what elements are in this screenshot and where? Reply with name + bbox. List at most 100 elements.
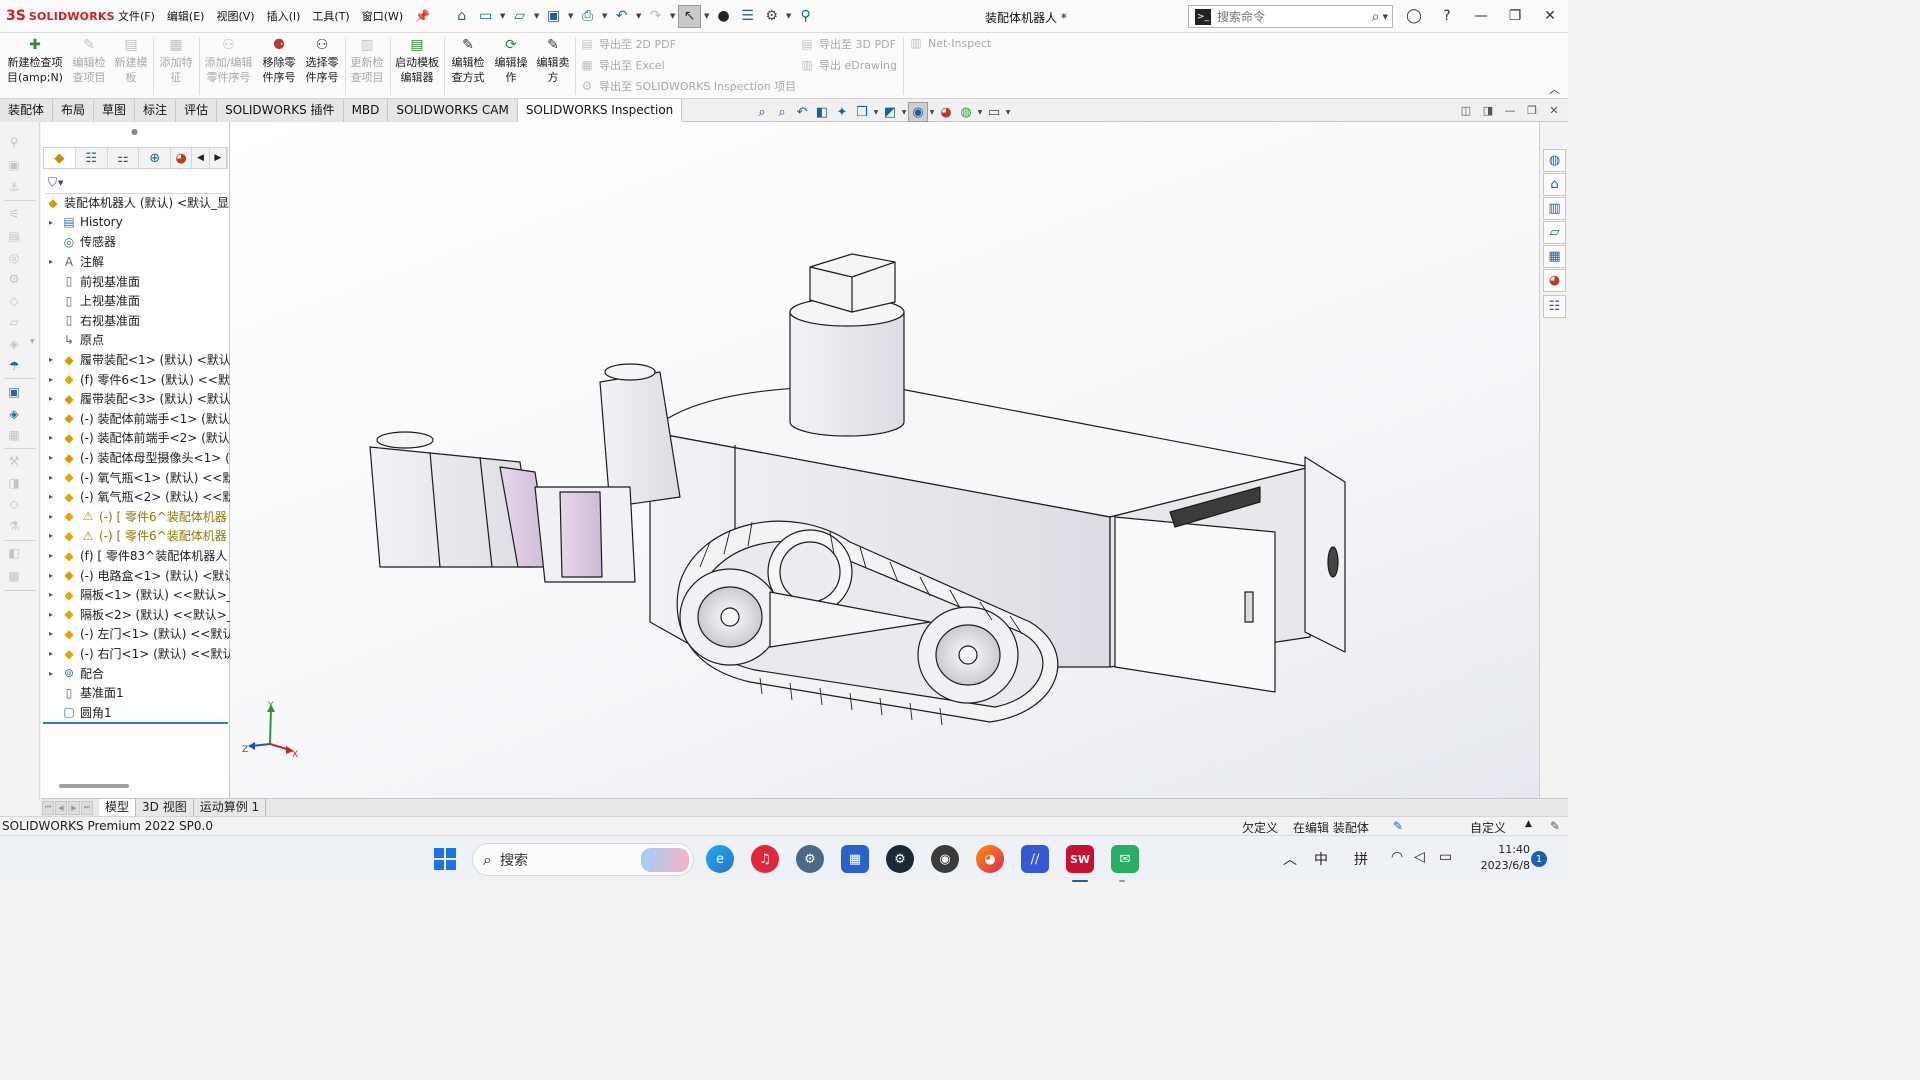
tab-evaluate[interactable]: 评估 (176, 99, 218, 122)
tabs-scroll-right-icon[interactable]: ▶ (210, 148, 228, 168)
edit-vendor-button[interactable]: ✎ 编辑卖 方 (533, 36, 573, 85)
search-commands-box[interactable]: >_ ⌕ ▼ (1188, 5, 1393, 28)
settings-app-icon[interactable]: ⚙ (796, 845, 824, 873)
tree-item[interactable]: ▸ ▤ History (41, 213, 230, 233)
hole-alignment-icon[interactable]: ⚗ (6, 518, 22, 534)
view-palette-icon[interactable]: ▦ (1543, 245, 1566, 268)
expand-arrow-icon[interactable]: ▸ (41, 551, 61, 560)
robot-assembly-model[interactable] (230, 122, 1539, 798)
zoom-to-fit-icon[interactable]: ⌕ (752, 102, 772, 122)
exploded-view-icon[interactable]: ☂ (6, 358, 22, 374)
panel-grip-icon[interactable]: ● (131, 127, 138, 136)
filter-icon[interactable]: ⛉ (48, 175, 57, 190)
tree-item[interactable]: ▸ ◆ (-) 装配体前端手<2> (默认 (41, 428, 230, 448)
volume-icon[interactable]: ◁ (1414, 849, 1425, 865)
menu-view[interactable]: 视图(V) (210, 0, 260, 33)
export-excel-button[interactable]: ▦ 导出至 Excel (580, 57, 664, 73)
design-library-home-icon[interactable]: ⌂ (1543, 173, 1566, 196)
measure-icon[interactable]: ◧ (6, 545, 22, 561)
close-icon[interactable]: ✕ (1540, 6, 1560, 26)
tree-item[interactable]: ▸ ◆ (-) 氧气瓶<1> (默认) <<默 (41, 467, 230, 487)
tree-root[interactable]: ◆ 装配体机器人 (默认) <默认_显 (41, 193, 230, 213)
smart-fastener-icon[interactable]: ⚲ (6, 134, 22, 150)
edge-browser-icon[interactable]: e (706, 845, 734, 873)
tree-item[interactable]: ▯ 基准面1 (41, 683, 230, 703)
viewport-split-icon[interactable]: ◫ (1455, 104, 1477, 117)
tab-assembly[interactable]: 装配体 (0, 99, 54, 122)
ime-language[interactable]: 中 (1314, 849, 1328, 869)
menu-insert[interactable]: 插入(I) (261, 0, 307, 33)
tab-solidworks-cam[interactable]: SOLIDWORKS CAM (388, 99, 518, 122)
expand-arrow-icon[interactable]: ▸ (41, 414, 61, 423)
wifi-icon[interactable]: ◠ (1391, 849, 1403, 865)
viewport-close-icon[interactable]: ✕ (1543, 104, 1565, 117)
redo-icon[interactable]: ↷ (644, 5, 667, 28)
tab-solidworks-addins[interactable]: SOLIDWORKS 插件 (217, 99, 344, 122)
new-document-icon[interactable]: ▭ (474, 5, 497, 28)
new-dropdown-icon[interactable]: ▼ (498, 5, 507, 28)
tree-item[interactable]: ▸ ◆ (-) 装配体前端手<1> (默认 (41, 409, 230, 429)
tree-item[interactable]: ▸ ◆ 履带装配<1> (默认) <默认 (41, 350, 230, 370)
tab-mbd[interactable]: MBD (343, 99, 389, 122)
expand-arrow-icon[interactable]: ▸ (41, 492, 61, 501)
expand-arrow-icon[interactable]: ▸ (41, 571, 61, 580)
edit-method-button[interactable]: ✎ 编辑检 查方式 (447, 36, 489, 85)
wechat-icon[interactable]: ✉ (1111, 845, 1139, 873)
solidworks-resources-icon[interactable]: ◍ (1543, 149, 1566, 172)
last-tab-icon[interactable]: ⏭ (81, 800, 93, 815)
file-properties-icon[interactable]: ☰ (736, 5, 759, 28)
take-snapshot-icon[interactable]: ▦ (6, 427, 22, 443)
prev-tab-icon[interactable]: ◀ (55, 800, 67, 815)
add-in-icon[interactable]: ⚲ (794, 5, 817, 28)
previous-view-icon[interactable]: ↶ (792, 102, 812, 122)
tab-model[interactable]: 模型 (99, 798, 137, 817)
export-2d-pdf-button[interactable]: ▤ 导出至 2D PDF (580, 36, 676, 52)
expand-arrow-icon[interactable]: ▸ (41, 218, 61, 227)
tab-sketch[interactable]: 草图 (94, 99, 136, 122)
dimxpert-tab-icon[interactable]: ⊕ (139, 148, 172, 168)
print-icon[interactable]: ⎙ (576, 5, 599, 28)
expand-arrow-icon[interactable]: ▸ (41, 453, 61, 462)
assembly-features-icon[interactable]: ⚙ (6, 271, 22, 287)
remove-balloon-button[interactable]: ⚈ 移除零 件序号 (258, 36, 300, 85)
home-icon[interactable]: ⌂ (450, 5, 473, 28)
strip-dropdown-icon[interactable]: ▼ (30, 338, 35, 345)
hide-show-dropdown-icon[interactable]: ▼ (928, 102, 936, 122)
display-manager-tab-icon[interactable]: ◕ (171, 148, 193, 168)
tree-item[interactable]: ▸ ◆ ⚠ (-) [ 零件6^装配体机器 (41, 526, 230, 546)
appearances-icon[interactable]: ◕ (1543, 269, 1566, 292)
tree-item[interactable]: ▸ ◆ (f) [ 零件83^装配体机器人 (41, 546, 230, 566)
tree-item[interactable]: ▸ ◆ (-) 右门<1> (默认) <<默认 (41, 644, 230, 664)
restore-icon[interactable]: ❐ (1505, 6, 1525, 26)
tree-filter[interactable]: ⛉ ▼ (45, 172, 226, 194)
select-balloon-button[interactable]: ⚇ 选择零 件序号 (301, 36, 343, 85)
new-template-button[interactable]: ▤ 新建模 板 (111, 36, 151, 85)
zoom-to-area-icon[interactable]: ⌕ (772, 102, 792, 122)
rebuild-traffic-light-icon[interactable]: ● (712, 5, 735, 28)
expand-arrow-icon[interactable]: ▸ (41, 512, 61, 521)
tree-item[interactable]: ↳ 原点 (41, 330, 230, 350)
undo-dropdown-icon[interactable]: ▼ (634, 5, 643, 28)
display-style-dropdown-icon[interactable]: ▼ (900, 102, 908, 122)
mate-icon[interactable]: ⚓ (6, 179, 22, 195)
search-dropdown-icon[interactable]: ▼ (1383, 13, 1388, 21)
rebuild-status-icon[interactable]: ✎ (1393, 819, 1403, 833)
configuration-manager-tab-icon[interactable]: ⚏ (108, 148, 140, 168)
viewport-minimize-icon[interactable]: — (1499, 104, 1521, 117)
tab-motion-study[interactable]: 运动算例 1 (194, 798, 267, 817)
units-selector[interactable]: 自定义 (1470, 819, 1506, 836)
reference-geometry-icon[interactable]: ◇ (6, 293, 22, 309)
view-settings-icon[interactable]: ▭ (984, 102, 1004, 122)
expand-arrow-icon[interactable]: ▸ (41, 394, 61, 403)
export-inspection-project-button[interactable]: ⚙ 导出至 SOLIDWORKS Inspection 项目 (580, 78, 797, 94)
redo-dropdown-icon[interactable]: ▼ (668, 5, 677, 28)
dynamic-annotation-icon[interactable]: ✦ (832, 102, 852, 122)
expand-arrow-icon[interactable]: ▸ (41, 257, 61, 266)
tree-item[interactable]: ▯ 右视基准面 (41, 311, 230, 331)
clearance-icon[interactable]: ◇ (6, 496, 22, 512)
menu-window[interactable]: 窗口(W) (356, 0, 409, 33)
tab-3d-views[interactable]: 3D 视图 (136, 798, 194, 817)
help-icon[interactable]: ? (1437, 6, 1457, 26)
options-gear-icon[interactable]: ⚙ (760, 5, 783, 28)
design-library-icon[interactable]: ▥ (1543, 197, 1566, 220)
